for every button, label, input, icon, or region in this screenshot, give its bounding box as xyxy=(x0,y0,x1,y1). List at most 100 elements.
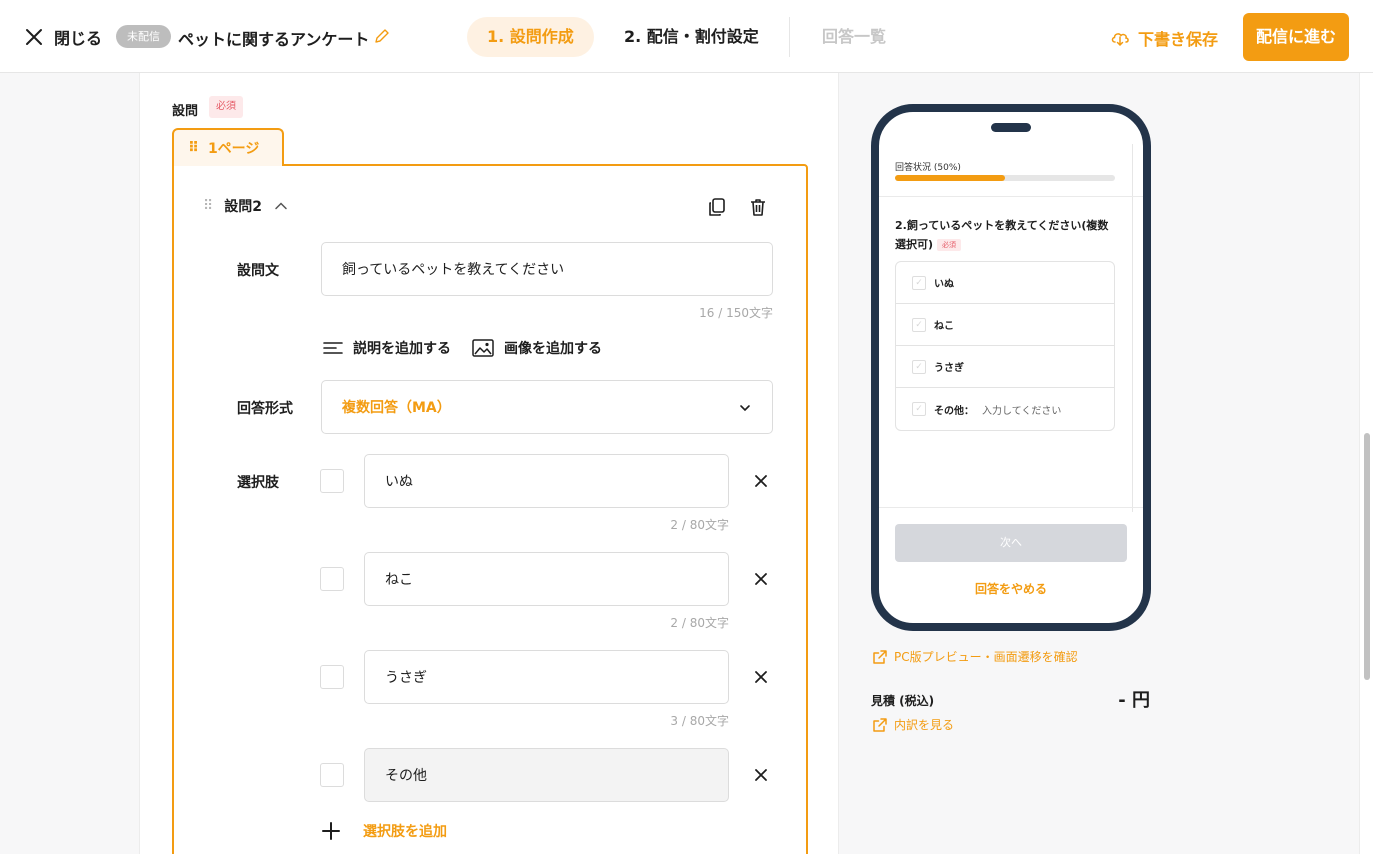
choice-value: うさぎ xyxy=(385,670,427,686)
drag-handle-icon[interactable]: ⠿ xyxy=(203,198,213,214)
breakdown-link[interactable]: 内訳を見る xyxy=(872,716,954,733)
preview-other-input[interactable]: 入力してください xyxy=(982,402,1061,417)
mobile-preview: 回答状況 (50%) 2.飼っているペットを教えてください(複数選択可) 必須 ✓… xyxy=(871,104,1151,631)
cloud-download-icon xyxy=(1111,33,1129,47)
external-link-icon xyxy=(873,649,887,664)
close-button[interactable]: 閉じる xyxy=(24,24,102,50)
preview-quit-link[interactable]: 回答をやめる xyxy=(895,580,1127,597)
question-text-label: 設問文 xyxy=(237,263,279,279)
remove-choice-icon[interactable] xyxy=(754,768,768,782)
tab-question-creation[interactable]: 1. 設問作成 xyxy=(467,17,594,57)
preview-choice-list: ✓ いぬ ✓ ねこ ✓ うさぎ ✓ その他： 入力してください xyxy=(895,261,1115,431)
add-choice-button[interactable]: 選択肢を追加 xyxy=(321,821,447,841)
required-badge: 必須 xyxy=(209,96,243,118)
preview-choice[interactable]: ✓ うさぎ xyxy=(896,346,1114,388)
external-link-icon xyxy=(873,717,887,732)
add-choice-label: 選択肢を追加 xyxy=(363,824,447,840)
question-number: 設問2 xyxy=(224,199,263,215)
estimate-value: - 円 xyxy=(1118,690,1150,711)
choice-value: いぬ xyxy=(385,474,413,490)
choice-counter: 3 / 80文字 xyxy=(670,714,729,728)
page-scrollbar[interactable] xyxy=(1359,73,1373,854)
chevron-down-icon xyxy=(740,405,750,412)
divider xyxy=(879,507,1143,508)
add-description-button[interactable]: 説明を追加する xyxy=(323,338,451,358)
question-text-input[interactable]: 飼っているペットを教えてください xyxy=(321,242,773,296)
choice-checkbox[interactable] xyxy=(320,567,344,591)
top-header: 閉じる 未配信 ペットに関するアンケート 1. 設問作成 2. 配信・割付設定 … xyxy=(0,0,1373,73)
preview-choice[interactable]: ✓ ねこ xyxy=(896,304,1114,346)
divider xyxy=(879,196,1143,197)
progress-label: 回答状況 (50%) xyxy=(895,163,961,173)
preview-choice-label: いぬ xyxy=(934,279,954,290)
estimate-label: 見積 (税込) xyxy=(871,694,935,708)
checkbox-icon: ✓ xyxy=(912,317,926,332)
chevron-up-icon[interactable] xyxy=(274,199,288,213)
preview-choice-label: うさぎ xyxy=(934,363,964,374)
remove-choice-icon[interactable] xyxy=(754,474,768,488)
preview-question: 2.飼っているペットを教えてください(複数選択可) 必須 xyxy=(895,216,1117,254)
page-container: ⠿ 設問2 設問文 飼っているペットを教えてください 16 / 150文字 説明… xyxy=(172,164,808,854)
progress-fill xyxy=(895,175,1005,181)
choice-checkbox[interactable] xyxy=(320,763,344,787)
page-tab[interactable]: ⠿ 1ページ xyxy=(172,128,284,166)
remove-choice-icon[interactable] xyxy=(754,670,768,684)
preview-choice[interactable]: ✓ いぬ xyxy=(896,262,1114,304)
choice-checkbox[interactable] xyxy=(320,469,344,493)
checkbox-icon: ✓ xyxy=(912,402,926,416)
choice-input[interactable]: いぬ xyxy=(364,454,729,508)
preview-required-badge: 必須 xyxy=(937,239,962,251)
preview-scrollbar xyxy=(1132,144,1133,512)
add-description-label: 説明を追加する xyxy=(353,341,451,357)
question-header: ⠿ 設問2 xyxy=(203,196,288,216)
close-label: 閉じる xyxy=(54,29,103,48)
choice-input[interactable]: うさぎ xyxy=(364,650,729,704)
status-badge: 未配信 xyxy=(116,25,171,48)
survey-title: ペットに関するアンケート xyxy=(178,30,370,49)
answer-format-select[interactable]: 複数回答（MA） xyxy=(321,380,773,434)
plus-icon xyxy=(322,822,340,840)
choice-input-other: その他 xyxy=(364,748,729,802)
checkbox-icon: ✓ xyxy=(912,275,926,290)
preview-choice-label: ねこ xyxy=(934,321,954,332)
tab-responses: 回答一覧 xyxy=(822,27,887,46)
scrollbar-thumb[interactable] xyxy=(1364,433,1370,680)
preview-choice-other[interactable]: ✓ その他： 入力してください xyxy=(896,388,1114,430)
question-text-value: 飼っているペットを教えてください xyxy=(342,262,565,278)
choice-value: ねこ xyxy=(385,572,413,588)
choice-counter: 2 / 80文字 xyxy=(670,518,729,532)
remove-choice-icon[interactable] xyxy=(754,572,768,586)
copy-icon[interactable] xyxy=(707,197,727,217)
answer-format-label: 回答形式 xyxy=(237,401,293,417)
proceed-to-delivery-button[interactable]: 配信に進む xyxy=(1243,13,1349,61)
breakdown-label: 内訳を見る xyxy=(894,718,955,732)
pc-preview-label: PC版プレビュー・画面遷移を確認 xyxy=(894,650,1078,664)
progress-bar xyxy=(895,175,1115,181)
question-text-counter: 16 / 150文字 xyxy=(699,306,773,320)
choice-input[interactable]: ねこ xyxy=(364,552,729,606)
add-image-label: 画像を追加する xyxy=(504,341,602,357)
phone-notch xyxy=(991,123,1031,132)
save-draft-button[interactable]: 下書き保存 xyxy=(1110,26,1218,50)
section-heading: 設問 xyxy=(172,104,199,119)
preview-next-button[interactable]: 次へ xyxy=(895,524,1127,562)
tab-divider xyxy=(789,17,790,57)
preview-question-text: 2.飼っているペットを教えてください(複数選択可) xyxy=(895,219,1109,251)
question-editor-panel: 設問 必須 ⠿ 1ページ ⠿ 設問2 設問文 飼っているペットを教えてください … xyxy=(139,73,839,854)
tab-delivery-settings[interactable]: 2. 配信・割付設定 xyxy=(604,17,779,57)
answer-format-value: 複数回答（MA） xyxy=(342,400,451,416)
text-lines-icon xyxy=(323,342,343,354)
trash-icon[interactable] xyxy=(748,197,768,217)
checkbox-icon: ✓ xyxy=(912,359,926,374)
pc-preview-link[interactable]: PC版プレビュー・画面遷移を確認 xyxy=(872,648,1078,665)
drag-handle-icon[interactable]: ⠿ xyxy=(188,140,199,156)
choice-checkbox[interactable] xyxy=(320,665,344,689)
choices-label: 選択肢 xyxy=(237,475,279,491)
save-draft-label: 下書き保存 xyxy=(1138,30,1219,49)
preview-other-label: その他： xyxy=(934,405,974,417)
close-icon xyxy=(26,29,42,45)
choice-value: その他 xyxy=(385,768,427,784)
page-tab-label: 1ページ xyxy=(207,141,260,157)
add-image-button[interactable]: 画像を追加する xyxy=(472,338,602,358)
pencil-icon[interactable] xyxy=(373,28,390,45)
